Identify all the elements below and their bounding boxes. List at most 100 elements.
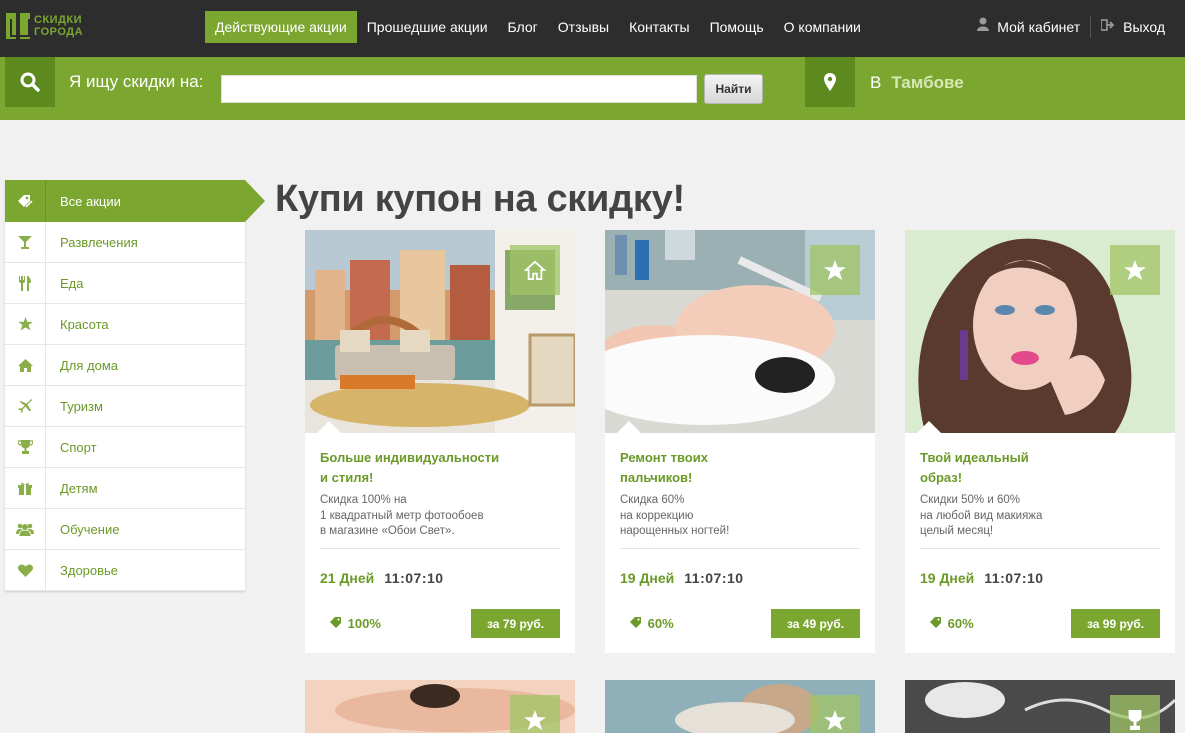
- star-icon: [5, 304, 46, 344]
- sidebar-item-label: Все акции: [60, 193, 121, 209]
- tag-icon: [330, 617, 341, 628]
- favorite-star-button[interactable]: [810, 695, 860, 733]
- my-cabinet-label: Мой кабинет: [997, 19, 1081, 35]
- user-nav: Мой кабинет Выход: [967, 11, 1175, 43]
- days-left: 19 Дней: [620, 570, 675, 586]
- sidebar-item-label: Обучение: [60, 521, 120, 537]
- deal-title-line: Больше индивидуальности: [320, 450, 500, 465]
- deal-image[interactable]: [905, 230, 1175, 433]
- sidebar-item-food[interactable]: Еда: [5, 263, 245, 304]
- buy-price-button[interactable]: за 49 руб.: [771, 609, 860, 638]
- deal-timer: 21 Дней 11:07:10: [320, 570, 444, 586]
- location-pin-icon[interactable]: [805, 57, 855, 107]
- deal-card[interactable]: [305, 680, 575, 733]
- nav-item-blog[interactable]: Блог: [498, 11, 548, 43]
- favorite-star-button[interactable]: [810, 245, 860, 295]
- days-left: 21 Дней: [320, 570, 375, 586]
- deal-image[interactable]: [905, 680, 1175, 733]
- logout-link[interactable]: Выход: [1091, 11, 1175, 43]
- sidebar-item-label: Развлечения: [60, 234, 138, 250]
- deal-title-line: и стиля!: [320, 470, 374, 485]
- deal-desc-line: Скидка 60%: [620, 494, 685, 506]
- discount-badge: 60%: [930, 616, 974, 631]
- star-icon: [824, 709, 846, 730]
- tag-icon: [930, 617, 941, 628]
- sidebar-item-entertainment[interactable]: Развлечения: [5, 222, 245, 263]
- city-selector[interactable]: В Тамбове: [870, 73, 964, 93]
- my-cabinet-link[interactable]: Мой кабинет: [967, 11, 1090, 43]
- deal-desc-line: на коррекцию: [620, 509, 694, 522]
- sidebar-item-home[interactable]: Для дома: [5, 345, 245, 386]
- deal-desc-line: Скидка 100% на: [320, 494, 407, 506]
- sidebar-item-label: Туризм: [60, 398, 103, 414]
- discount-badge: 60%: [630, 616, 674, 631]
- card-divider: [920, 548, 1160, 549]
- favorite-star-button[interactable]: [1110, 245, 1160, 295]
- star-icon: [1124, 259, 1146, 280]
- deal-desc-line: нарощенных ногтей!: [620, 525, 730, 537]
- city-name: Тамбове: [891, 73, 964, 92]
- buy-price-button[interactable]: за 99 руб.: [1071, 609, 1160, 638]
- deal-image[interactable]: [305, 680, 575, 733]
- deal-desc-line: целый месяц!: [920, 525, 994, 537]
- favorite-star-button[interactable]: [510, 245, 560, 295]
- deal-card[interactable]: Больше индивидуальности и стиля! Скидка …: [305, 230, 575, 653]
- search-bar: Я ищу скидки на: Найти В Тамбове: [0, 57, 1185, 120]
- search-input[interactable]: [221, 75, 697, 103]
- buy-price-button[interactable]: за 79 руб.: [471, 609, 560, 638]
- sidebar-item-kids[interactable]: Детям: [5, 468, 245, 509]
- deal-card[interactable]: Ремонт твоих пальчиков! Скидка 60% на ко…: [605, 230, 875, 653]
- nav-item-active-deals[interactable]: Действующие акции: [205, 11, 357, 43]
- nav-item-help[interactable]: Помощь: [700, 11, 774, 43]
- nav-item-contacts[interactable]: Контакты: [619, 11, 699, 43]
- deal-card[interactable]: [905, 680, 1175, 733]
- trophy-icon: [1128, 710, 1142, 730]
- search-label: Я ищу скидки на:: [69, 72, 204, 91]
- sidebar-item-health[interactable]: Здоровье: [5, 550, 245, 591]
- star-icon: [524, 709, 546, 730]
- top-navbar: СКИДКИ ГОРОДА Действующие акции Прошедши…: [0, 0, 1185, 57]
- favorite-star-button[interactable]: [1110, 695, 1160, 733]
- logo-line-2: ГОРОДА: [34, 26, 84, 38]
- gift-icon: [5, 468, 46, 508]
- logo-line-1: СКИДКИ: [34, 14, 83, 26]
- nav-item-past-deals[interactable]: Прошедшие акции: [357, 11, 498, 43]
- deal-desc-line: 1 квадратный метр фотообоев: [320, 509, 484, 522]
- deal-image[interactable]: [605, 230, 875, 433]
- sidebar-item-sport[interactable]: Спорт: [5, 427, 245, 468]
- home-icon: [5, 345, 46, 385]
- deal-card[interactable]: Твой идеальный образ! Скидки 50% и 60% н…: [905, 230, 1175, 653]
- search-button[interactable]: Найти: [704, 74, 763, 104]
- discount-value: 60%: [647, 616, 674, 631]
- city-prefix: В: [870, 73, 882, 92]
- search-icon: [5, 57, 55, 107]
- deal-card[interactable]: [605, 680, 875, 733]
- time-left: 11:07:10: [384, 570, 444, 586]
- site-logo[interactable]: СКИДКИ ГОРОДА: [6, 13, 83, 39]
- deal-title[interactable]: Больше индивидуальности и стиля!: [320, 448, 560, 488]
- deal-title[interactable]: Ремонт твоих пальчиков!: [620, 448, 860, 488]
- sidebar-item-tourism[interactable]: Туризм: [5, 386, 245, 427]
- nav-item-about[interactable]: О компании: [774, 11, 871, 43]
- days-left: 19 Дней: [920, 570, 975, 586]
- category-sidebar: Все акции Развлечения Еда Красота Для до…: [5, 180, 265, 591]
- sidebar-item-education[interactable]: Обучение: [5, 509, 245, 550]
- time-left: 11:07:10: [684, 570, 744, 586]
- users-icon: [5, 509, 46, 549]
- deal-desc-line: в магазине «Обои Свет».: [320, 525, 455, 537]
- favorite-star-button[interactable]: [510, 695, 560, 733]
- card-divider: [620, 548, 860, 549]
- deal-desc-line: на любой вид макияжа: [920, 509, 1043, 522]
- sidebar-item-all[interactable]: Все акции: [5, 180, 265, 222]
- deal-image[interactable]: [305, 230, 575, 433]
- nav-item-reviews[interactable]: Отзывы: [548, 11, 619, 43]
- deal-title[interactable]: Твой идеальный образ!: [920, 448, 1160, 488]
- sidebar-item-label: Красота: [60, 316, 109, 332]
- deal-image[interactable]: [605, 680, 875, 733]
- trophy-icon: [5, 427, 46, 467]
- deal-title-line: Ремонт твоих: [620, 450, 708, 465]
- sidebar-item-label: Для дома: [60, 357, 119, 373]
- sidebar-item-label: Здоровье: [60, 562, 119, 578]
- sidebar-item-beauty[interactable]: Красота: [5, 304, 245, 345]
- discount-value: 100%: [347, 616, 381, 631]
